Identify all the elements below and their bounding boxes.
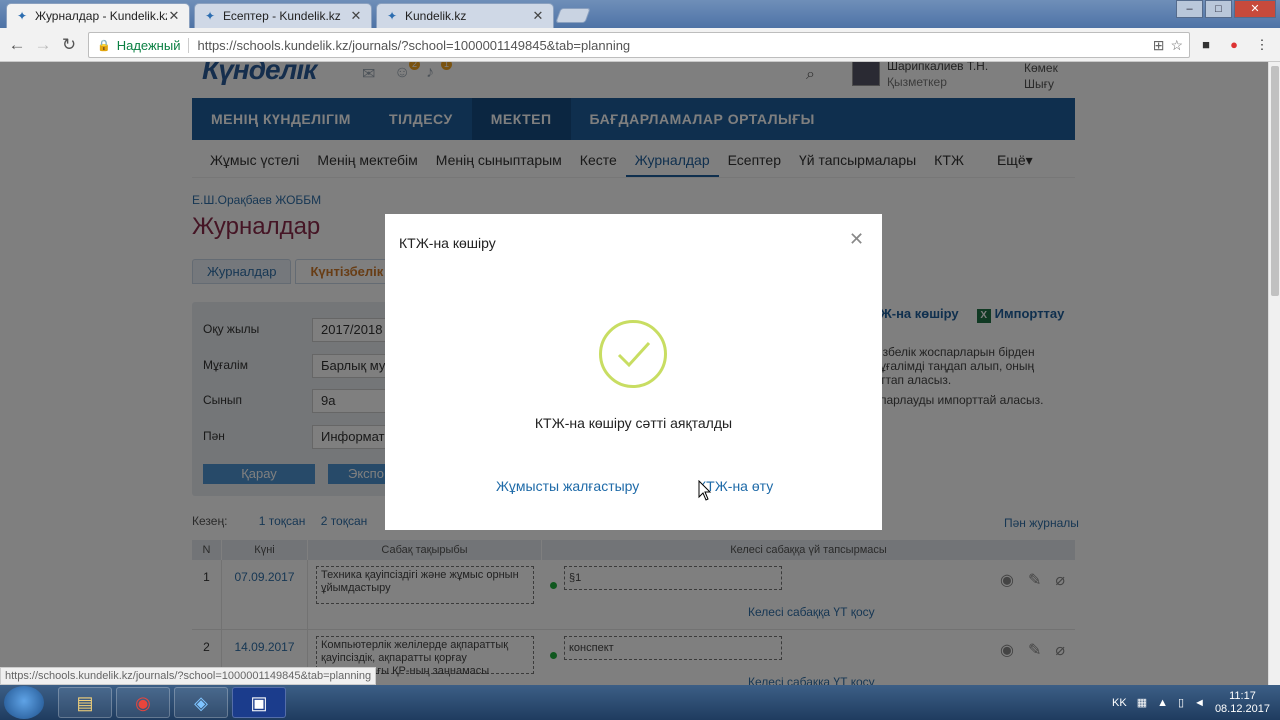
clock-time: 11:17: [1229, 689, 1256, 702]
tab-label: Есептер - Kundelik.kz: [223, 9, 341, 23]
page-scrollbar[interactable]: [1268, 62, 1280, 685]
windows-taskbar: ▤ ◉ ◈ ▣ KK ▦ ▲ ▯ ◄ 11:17 08.12.2017: [0, 685, 1280, 720]
tab-journals[interactable]: ✦ Журналдар - Kundelik.kz ✕: [6, 3, 190, 28]
copy-to-ktzh-dialog: КТЖ-на көшіру ✕ КТЖ-на көшіру сәтті аяқт…: [385, 214, 882, 530]
close-icon[interactable]: ✕: [167, 8, 181, 24]
extension-red-icon[interactable]: ●: [1226, 37, 1242, 53]
window-close-button[interactable]: ✕: [1234, 0, 1276, 18]
kundelik-favicon-icon: ✦: [386, 9, 398, 23]
success-check-icon: [599, 320, 667, 388]
volume-icon[interactable]: ◄: [1194, 697, 1205, 709]
window-controls: – □ ✕: [1174, 0, 1276, 18]
continue-working-button[interactable]: Жұмысты жалғастыру: [496, 478, 639, 494]
kundelik-favicon-icon: ✦: [16, 9, 28, 23]
chrome-icon[interactable]: ◉: [116, 687, 170, 718]
tab-label: Kundelik.kz: [405, 9, 467, 23]
url-text: https://schools.kundelik.kz/journals/?sc…: [197, 37, 631, 53]
new-tab-button[interactable]: [555, 8, 591, 23]
status-url: https://schools.kundelik.kz/journals/?sc…: [0, 667, 377, 685]
translate-icon[interactable]: ⊞: [1153, 37, 1165, 54]
tab-kundelik[interactable]: ✦ Kundelik.kz ✕: [376, 3, 554, 28]
mouse-cursor-icon: [698, 480, 712, 501]
lock-icon: 🔒: [97, 39, 111, 52]
reload-icon[interactable]: ↻: [58, 34, 80, 56]
app-icon[interactable]: ◈: [174, 687, 228, 718]
system-tray: KK ▦ ▲ ▯ ◄ 11:17 08.12.2017: [1112, 685, 1270, 720]
start-button[interactable]: [4, 686, 44, 719]
forward-arrow-icon[interactable]: →: [32, 34, 54, 56]
recorder-icon[interactable]: ▣: [232, 687, 286, 718]
minimize-button[interactable]: –: [1176, 0, 1203, 18]
language-indicator[interactable]: KK: [1112, 697, 1127, 709]
bookmark-star-icon[interactable]: ☆: [1170, 37, 1183, 54]
scrollbar-thumb[interactable]: [1271, 66, 1279, 296]
close-icon[interactable]: ✕: [849, 229, 864, 250]
kundelik-favicon-icon: ✦: [204, 9, 216, 23]
explorer-icon[interactable]: ▤: [58, 687, 112, 718]
secure-label: Надежный: [117, 37, 190, 53]
close-icon[interactable]: ✕: [349, 8, 363, 24]
clock-date: 08.12.2017: [1214, 702, 1270, 715]
maximize-button[interactable]: □: [1205, 0, 1232, 18]
clock[interactable]: 11:17 08.12.2017: [1215, 690, 1270, 716]
menu-icon[interactable]: ⋮: [1254, 37, 1270, 53]
dialog-title: КТЖ-на көшіру: [399, 235, 496, 251]
back-arrow-icon[interactable]: ←: [6, 34, 28, 56]
extension-icon[interactable]: ■: [1198, 37, 1214, 53]
network-icon[interactable]: ▦: [1137, 696, 1147, 709]
url-input[interactable]: 🔒 Надежный https://schools.kundelik.kz/j…: [88, 32, 1190, 58]
signal-icon[interactable]: ▲: [1157, 697, 1168, 709]
tab-reports[interactable]: ✦ Есептер - Kundelik.kz ✕: [194, 3, 372, 28]
battery-icon[interactable]: ▯: [1178, 696, 1184, 709]
browser-tab-bar: ✦ Журналдар - Kundelik.kz ✕ ✦ Есептер - …: [0, 0, 1280, 28]
success-message: КТЖ-на көшіру сәтті аяқталды: [534, 415, 733, 431]
tab-label: Журналдар - Kundelik.kz: [35, 9, 167, 23]
close-icon[interactable]: ✕: [531, 8, 545, 24]
address-bar: ← → ↻ 🔒 Надежный https://schools.kundeli…: [0, 28, 1280, 62]
